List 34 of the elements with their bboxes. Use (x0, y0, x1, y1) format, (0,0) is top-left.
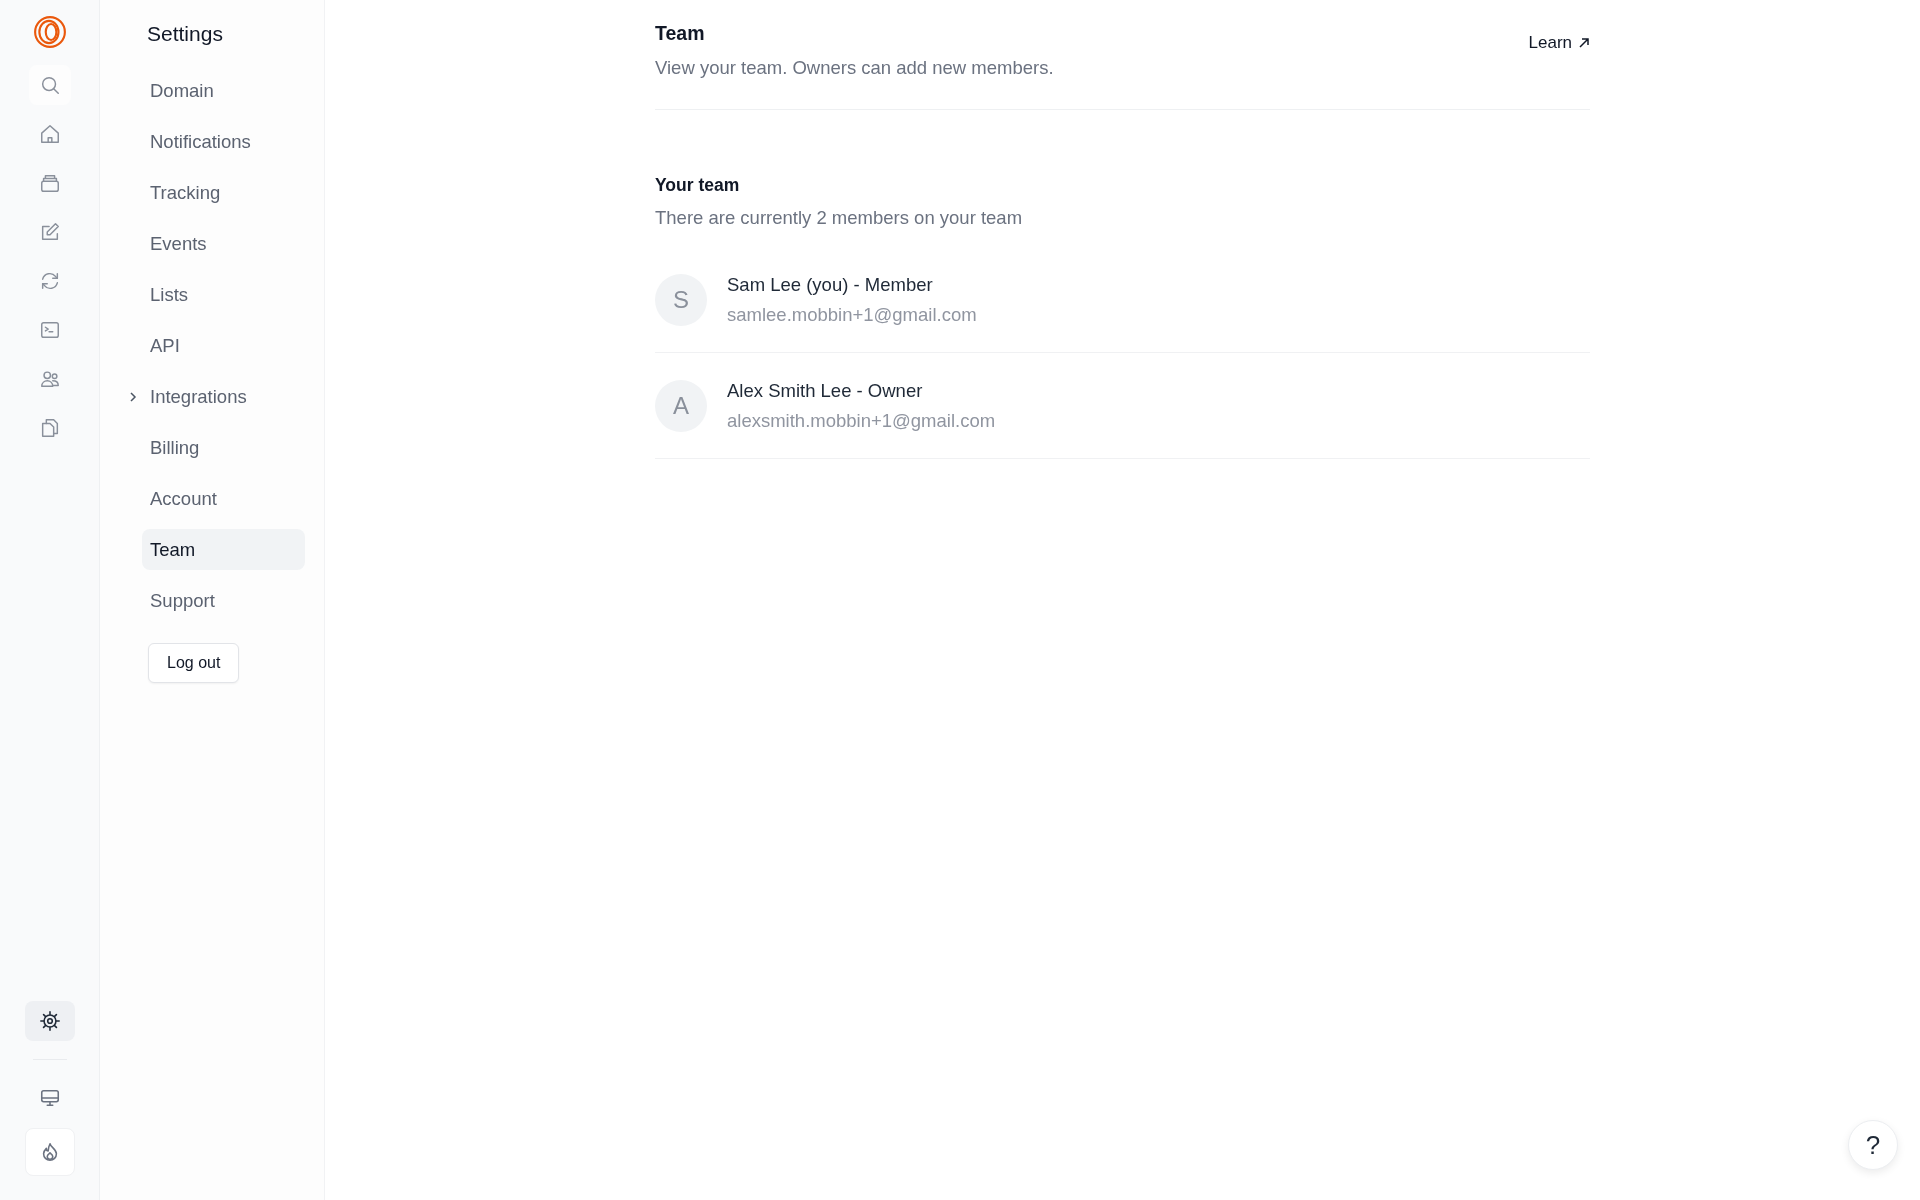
page-title: Team (655, 22, 706, 45)
sidebar-item[interactable]: Team (142, 529, 305, 570)
avatar: S (655, 273, 707, 326)
sidebar-item[interactable]: Notifications (142, 121, 305, 162)
rail-button[interactable] (24, 1001, 75, 1041)
sidebar-item[interactable]: API (142, 325, 305, 366)
section-title: Your team (655, 175, 741, 196)
help-button[interactable]: ? (1848, 1120, 1898, 1170)
member-email: alexsmith.mobbin+1@gmail.com (727, 409, 996, 432)
sidebar-item[interactable]: Events (142, 223, 305, 264)
section-subtitle: There are currently 2 members on your team (655, 207, 1024, 229)
member-name: Sam Lee (you) - Member (727, 273, 934, 296)
logout-button[interactable]: Log out (148, 643, 240, 683)
sidebar-item[interactable]: Support (142, 580, 305, 621)
sidebar-item[interactable]: Domain (142, 70, 305, 111)
sidebar-item[interactable]: Tracking (142, 172, 305, 213)
sidebar-item[interactable]: Billing (142, 427, 305, 468)
tray-icon (38, 172, 61, 194)
sidebar-item[interactable]: Account (142, 478, 305, 519)
logo-icon[interactable] (32, 15, 67, 49)
home-icon (38, 123, 61, 145)
page-subtitle: View your team. Owners can add new members. (655, 57, 1054, 79)
terminal-icon (38, 319, 61, 341)
learn-link[interactable]: Learn (1528, 32, 1590, 54)
avatar: A (655, 379, 707, 432)
arrow-up-right-icon (1578, 37, 1590, 49)
sidebar-item[interactable]: Integrations (142, 376, 305, 417)
sidebar-title: Settings (147, 22, 224, 46)
member-name: Alex Smith Lee - Owner (727, 379, 924, 402)
settings-icon (38, 1010, 61, 1032)
sidebar-item[interactable]: Lists (142, 274, 305, 315)
monitor-icon (38, 1087, 61, 1109)
users-icon (38, 368, 61, 390)
member-email: samlee.mobbin+1@gmail.com (727, 303, 977, 326)
